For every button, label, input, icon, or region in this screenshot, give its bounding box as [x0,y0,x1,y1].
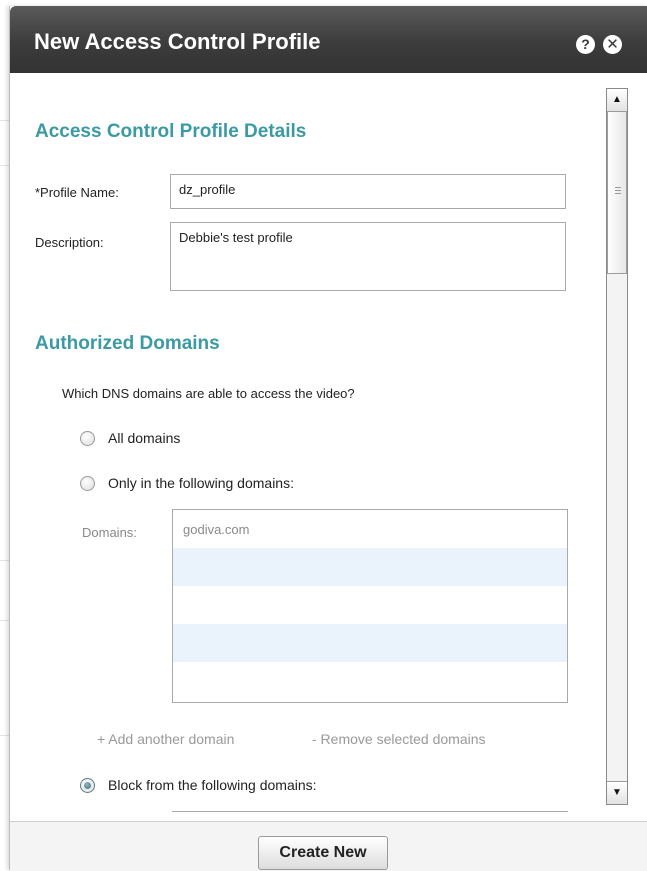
domains-list-label: Domains: [82,525,137,540]
dialog-footer: Create New [10,821,647,871]
scroll-down-arrow-icon[interactable]: ▼ [607,781,627,804]
radio-button[interactable] [80,431,95,446]
domains-list[interactable]: godiva.com [172,509,568,703]
profile-name-label: *Profile Name: [35,185,119,200]
authorized-domains-heading: Authorized Domains [35,333,220,354]
domain-list-item[interactable]: godiva.com [173,510,567,548]
domain-list-item[interactable] [173,624,567,662]
dialog-titlebar: New Access Control Profile ? ✕ [10,6,647,73]
scrollbar-thumb[interactable] [607,111,627,274]
scroll-up-arrow-icon[interactable]: ▲ [607,89,627,112]
radio-label: Only in the following domains: [108,475,294,491]
create-new-button[interactable]: Create New [258,836,388,870]
close-icon[interactable]: ✕ [603,35,622,54]
description-label: Description: [35,235,104,250]
dialog-content: Access Control Profile Details *Profile … [10,73,605,821]
radio-button[interactable] [80,476,95,491]
blocked-domains-list[interactable] [172,811,568,821]
radio-label: All domains [108,430,181,446]
radio-label: Block from the following domains: [108,777,317,793]
domain-list-item[interactable] [173,662,567,700]
add-domain-link[interactable]: + Add another domain [97,731,234,747]
domain-list-item[interactable] [173,548,567,586]
dialog-title: New Access Control Profile [34,29,321,54]
radio-button-selected[interactable] [80,778,95,793]
grip-icon [615,187,621,195]
domains-question: Which DNS domains are able to access the… [62,386,355,401]
remove-domains-link[interactable]: - Remove selected domains [312,731,486,747]
new-access-control-profile-dialog: New Access Control Profile ? ✕ Access Co… [9,6,647,871]
profile-name-input[interactable]: dz_profile [170,174,566,209]
help-icon[interactable]: ? [576,35,595,54]
description-textarea[interactable]: Debbie's test profile [170,222,566,291]
vertical-scrollbar[interactable]: ▲ ▼ [606,88,628,805]
details-heading: Access Control Profile Details [35,121,307,142]
domain-list-item[interactable] [173,586,567,624]
